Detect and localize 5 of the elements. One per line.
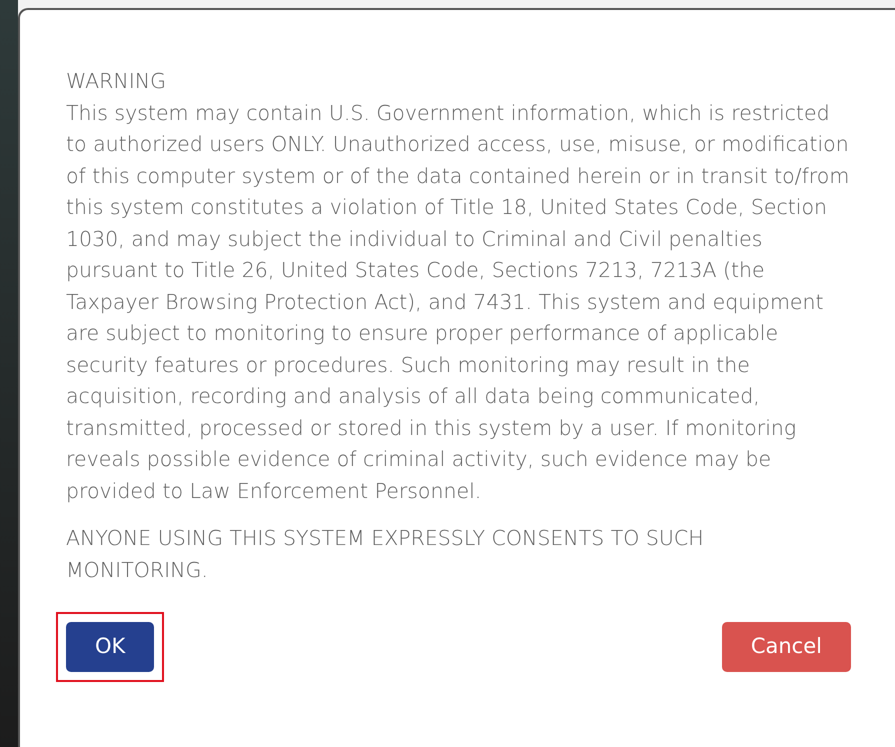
cancel-button[interactable]: Cancel xyxy=(722,622,851,672)
warning-message: This system may contain U.S. Government information, which is restricted to authorized users ONLY. Unauthorized access, use, misuse, or modification of this computer system or of the data contained herein or in transit to/from this system constitutes a violation of Title 18, United States Code, Section 1030, and may subject the individual to Criminal and Civil penalties pursuant to Title 26, United States Code, Sections 7213, 7213A (the Taxpayer Browsing Protection Act), and 7431. This system and equipment are subject to monitoring to ensure proper performance of applicable security features or procedures. Such monitoring may result in the acquisition, recording and analysis of all data being communicated, transmitted, processed or stored in this system by a user. If monitoring reveals possible evidence of criminal activity, such evidence may be provided to Law Enforcement Personnel. xyxy=(66,100,850,504)
warning-heading: WARNING xyxy=(66,68,168,95)
ok-button[interactable]: OK xyxy=(66,622,154,672)
consent-notice: ANYONE USING THIS SYSTEM EXPRESSLY CONSENTS TO SUCH MONITORING. xyxy=(66,525,705,584)
